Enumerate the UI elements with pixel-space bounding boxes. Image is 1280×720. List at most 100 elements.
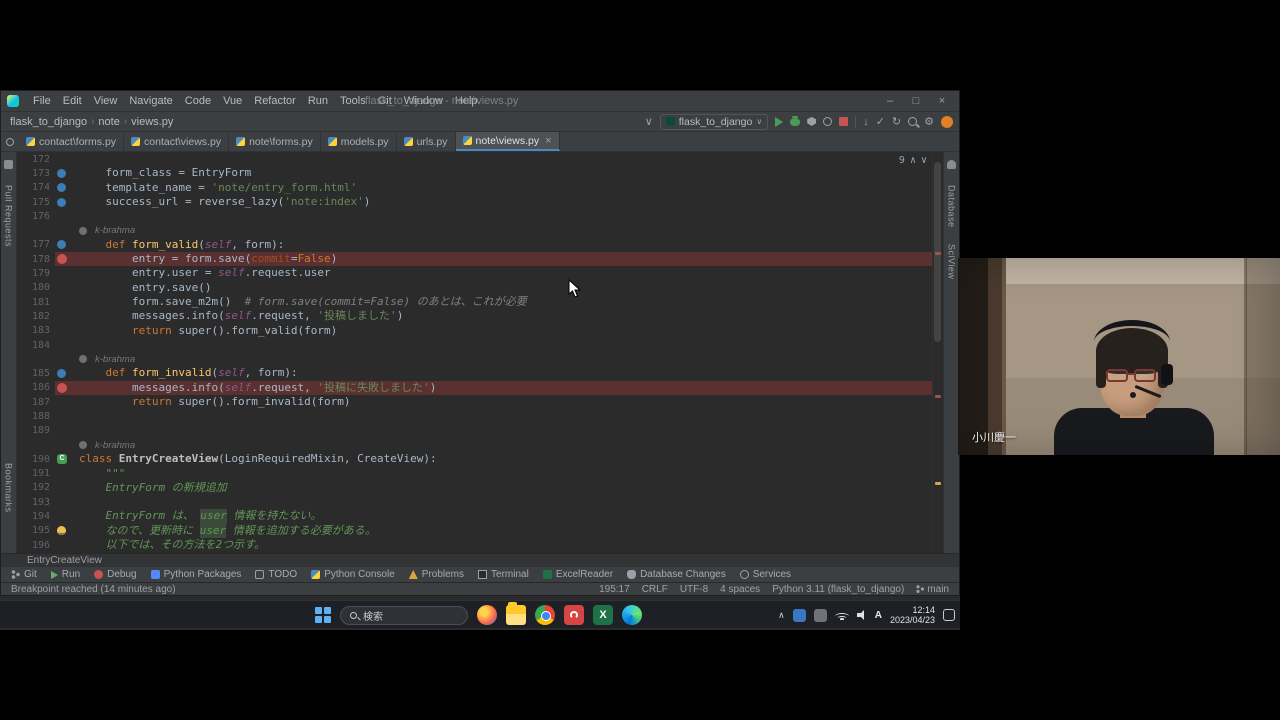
select-opened-file-icon[interactable]: [1, 132, 19, 151]
gutter[interactable]: [55, 381, 79, 395]
intention-bulb-icon[interactable]: [57, 526, 66, 535]
tool-stripe-database[interactable]: Database: [947, 185, 957, 228]
menu-code[interactable]: Code: [179, 95, 217, 107]
toolwindow-python-console[interactable]: Python Console: [311, 569, 395, 580]
tray-app-icon[interactable]: [793, 609, 806, 622]
tab-urls-py[interactable]: urls.py: [397, 132, 456, 151]
taskbar-clock[interactable]: 12:14 2023/04/23: [890, 605, 935, 626]
error-stripe[interactable]: [932, 152, 943, 553]
tray-app-icon[interactable]: [814, 609, 827, 622]
minimize-icon[interactable]: –: [877, 91, 903, 111]
wifi-icon[interactable]: [835, 610, 849, 620]
menu-edit[interactable]: Edit: [57, 95, 88, 107]
taskbar-search[interactable]: 検索: [340, 606, 468, 625]
code-line[interactable]: 179 entry.user = self.request.user: [17, 266, 943, 280]
gutter[interactable]: [55, 252, 79, 266]
author-inlay[interactable]: k-brahma: [17, 438, 943, 452]
toolwindow-problems[interactable]: Problems: [409, 569, 464, 580]
toolwindow-run[interactable]: Run: [51, 569, 80, 580]
code-line[interactable]: 188: [17, 409, 943, 423]
override-marker-icon[interactable]: [57, 240, 66, 249]
code-line[interactable]: 177 def form_valid(self, form):: [17, 238, 943, 252]
tray-chevron-icon[interactable]: ∧: [778, 610, 785, 621]
toolwindow-database-changes[interactable]: Database Changes: [627, 569, 726, 580]
code-line[interactable]: 192 EntryForm の新規追加: [17, 481, 943, 495]
code-line[interactable]: 184: [17, 338, 943, 352]
notification-center-icon[interactable]: [943, 609, 955, 621]
commit-icon[interactable]: ✓: [876, 115, 885, 129]
menu-view[interactable]: View: [88, 95, 124, 107]
account-avatar[interactable]: [941, 116, 953, 128]
tab-models-py[interactable]: models.py: [321, 132, 397, 151]
breakpoint-icon[interactable]: [57, 383, 67, 393]
profiler-button[interactable]: [823, 117, 832, 126]
author-inlay[interactable]: k-brahma: [17, 352, 943, 366]
settings-gear-icon[interactable]: ⚙: [924, 115, 934, 129]
code-line[interactable]: 186 messages.info(self.request, '投稿に失敗しま…: [17, 381, 943, 395]
override-marker-icon[interactable]: [57, 169, 66, 178]
status-python-3-11-flask-to-django-[interactable]: Python 3.11 (flask_to_django): [772, 584, 904, 595]
override-marker-icon[interactable]: [57, 183, 66, 192]
tool-stripe-bookmarks[interactable]: Bookmarks: [4, 463, 14, 513]
debug-button[interactable]: [790, 118, 800, 126]
notifications-bell-icon[interactable]: [947, 160, 956, 169]
edge-icon[interactable]: [622, 605, 642, 625]
volume-icon[interactable]: [857, 610, 867, 620]
menu-file[interactable]: File: [27, 95, 57, 107]
code-line[interactable]: 196 以下では、その方法を2つ示す。: [17, 538, 943, 552]
firefox-icon[interactable]: [477, 605, 497, 625]
toolwindow-todo[interactable]: TODO: [255, 569, 297, 580]
code-line[interactable]: 185 def form_invalid(self, form):: [17, 366, 943, 380]
prev-problem-icon[interactable]: ∧: [910, 155, 916, 166]
run-button[interactable]: [775, 117, 783, 127]
tool-stripe-sciview[interactable]: SciView: [947, 244, 957, 279]
inspections-widget[interactable]: 9 ∧ ∨: [899, 155, 927, 166]
status-4-spaces[interactable]: 4 spaces: [720, 584, 760, 595]
tab-note-forms-py[interactable]: note\forms.py: [229, 132, 321, 151]
class-marker-icon[interactable]: C: [57, 454, 67, 464]
author-inlay[interactable]: k-brahma: [17, 223, 943, 237]
code-line[interactable]: 173 form_class = EntryForm: [17, 166, 943, 180]
start-button[interactable]: [315, 607, 331, 623]
project-tool-icon[interactable]: [4, 160, 13, 169]
code-line[interactable]: 174 template_name = 'note/entry_form.htm…: [17, 181, 943, 195]
toolwindow-git[interactable]: Git: [11, 569, 37, 580]
override-marker-icon[interactable]: [57, 369, 66, 378]
tab-note-views-py[interactable]: note\views.py×: [456, 132, 560, 151]
close-icon[interactable]: ×: [929, 91, 955, 111]
override-marker-icon[interactable]: [57, 198, 66, 207]
tool-stripe-pull-requests[interactable]: Pull Requests: [4, 185, 14, 247]
code-area[interactable]: 172173 form_class = EntryForm174 templat…: [17, 152, 943, 552]
code-line[interactable]: 193: [17, 495, 943, 509]
code-line[interactable]: 175 success_url = reverse_lazy('note:ind…: [17, 195, 943, 209]
stop-button[interactable]: [839, 117, 848, 126]
history-icon[interactable]: ↻: [892, 115, 901, 129]
code-line[interactable]: 180 entry.save(): [17, 281, 943, 295]
next-problem-icon[interactable]: ∨: [921, 155, 927, 166]
code-line[interactable]: 178 entry = form.save(commit=False): [17, 252, 943, 266]
code-line[interactable]: 190Cclass EntryCreateView(LoginRequiredM…: [17, 452, 943, 466]
search-everywhere-icon[interactable]: [908, 117, 917, 126]
code-line[interactable]: 182 messages.info(self.request, '投稿しました'…: [17, 309, 943, 323]
menu-vue[interactable]: Vue: [217, 95, 248, 107]
code-line[interactable]: 181 form.save_m2m() # form.save(commit=F…: [17, 295, 943, 309]
toolwindow-terminal[interactable]: Terminal: [478, 569, 529, 580]
code-line[interactable]: 172: [17, 152, 943, 166]
toolwindow-services[interactable]: Services: [740, 569, 791, 580]
run-configuration-select[interactable]: flask_to_django ∨: [660, 114, 768, 130]
breadcrumb-note[interactable]: note: [95, 116, 122, 128]
explorer-icon[interactable]: [506, 605, 526, 625]
code-line[interactable]: 189: [17, 424, 943, 438]
breadcrumb-views-py[interactable]: views.py: [128, 116, 176, 128]
git-branch-widget[interactable]: main: [916, 584, 949, 595]
status-195-17[interactable]: 195:17: [599, 584, 630, 595]
code-line[interactable]: 191 """: [17, 467, 943, 481]
code-line[interactable]: 176: [17, 209, 943, 223]
code-line[interactable]: 195 なので、更新時に user 情報を追加する必要がある。: [17, 524, 943, 538]
code-line[interactable]: 183 return super().form_valid(form): [17, 324, 943, 338]
toolwindow-debug[interactable]: Debug: [94, 569, 136, 580]
ime-indicator[interactable]: A: [875, 610, 882, 621]
toolwindow-python-packages[interactable]: Python Packages: [151, 569, 242, 580]
code-line[interactable]: 194 EntryForm は、 user 情報を持たない。: [17, 509, 943, 523]
toolwindow-excelreader[interactable]: ExcelReader: [543, 569, 613, 580]
